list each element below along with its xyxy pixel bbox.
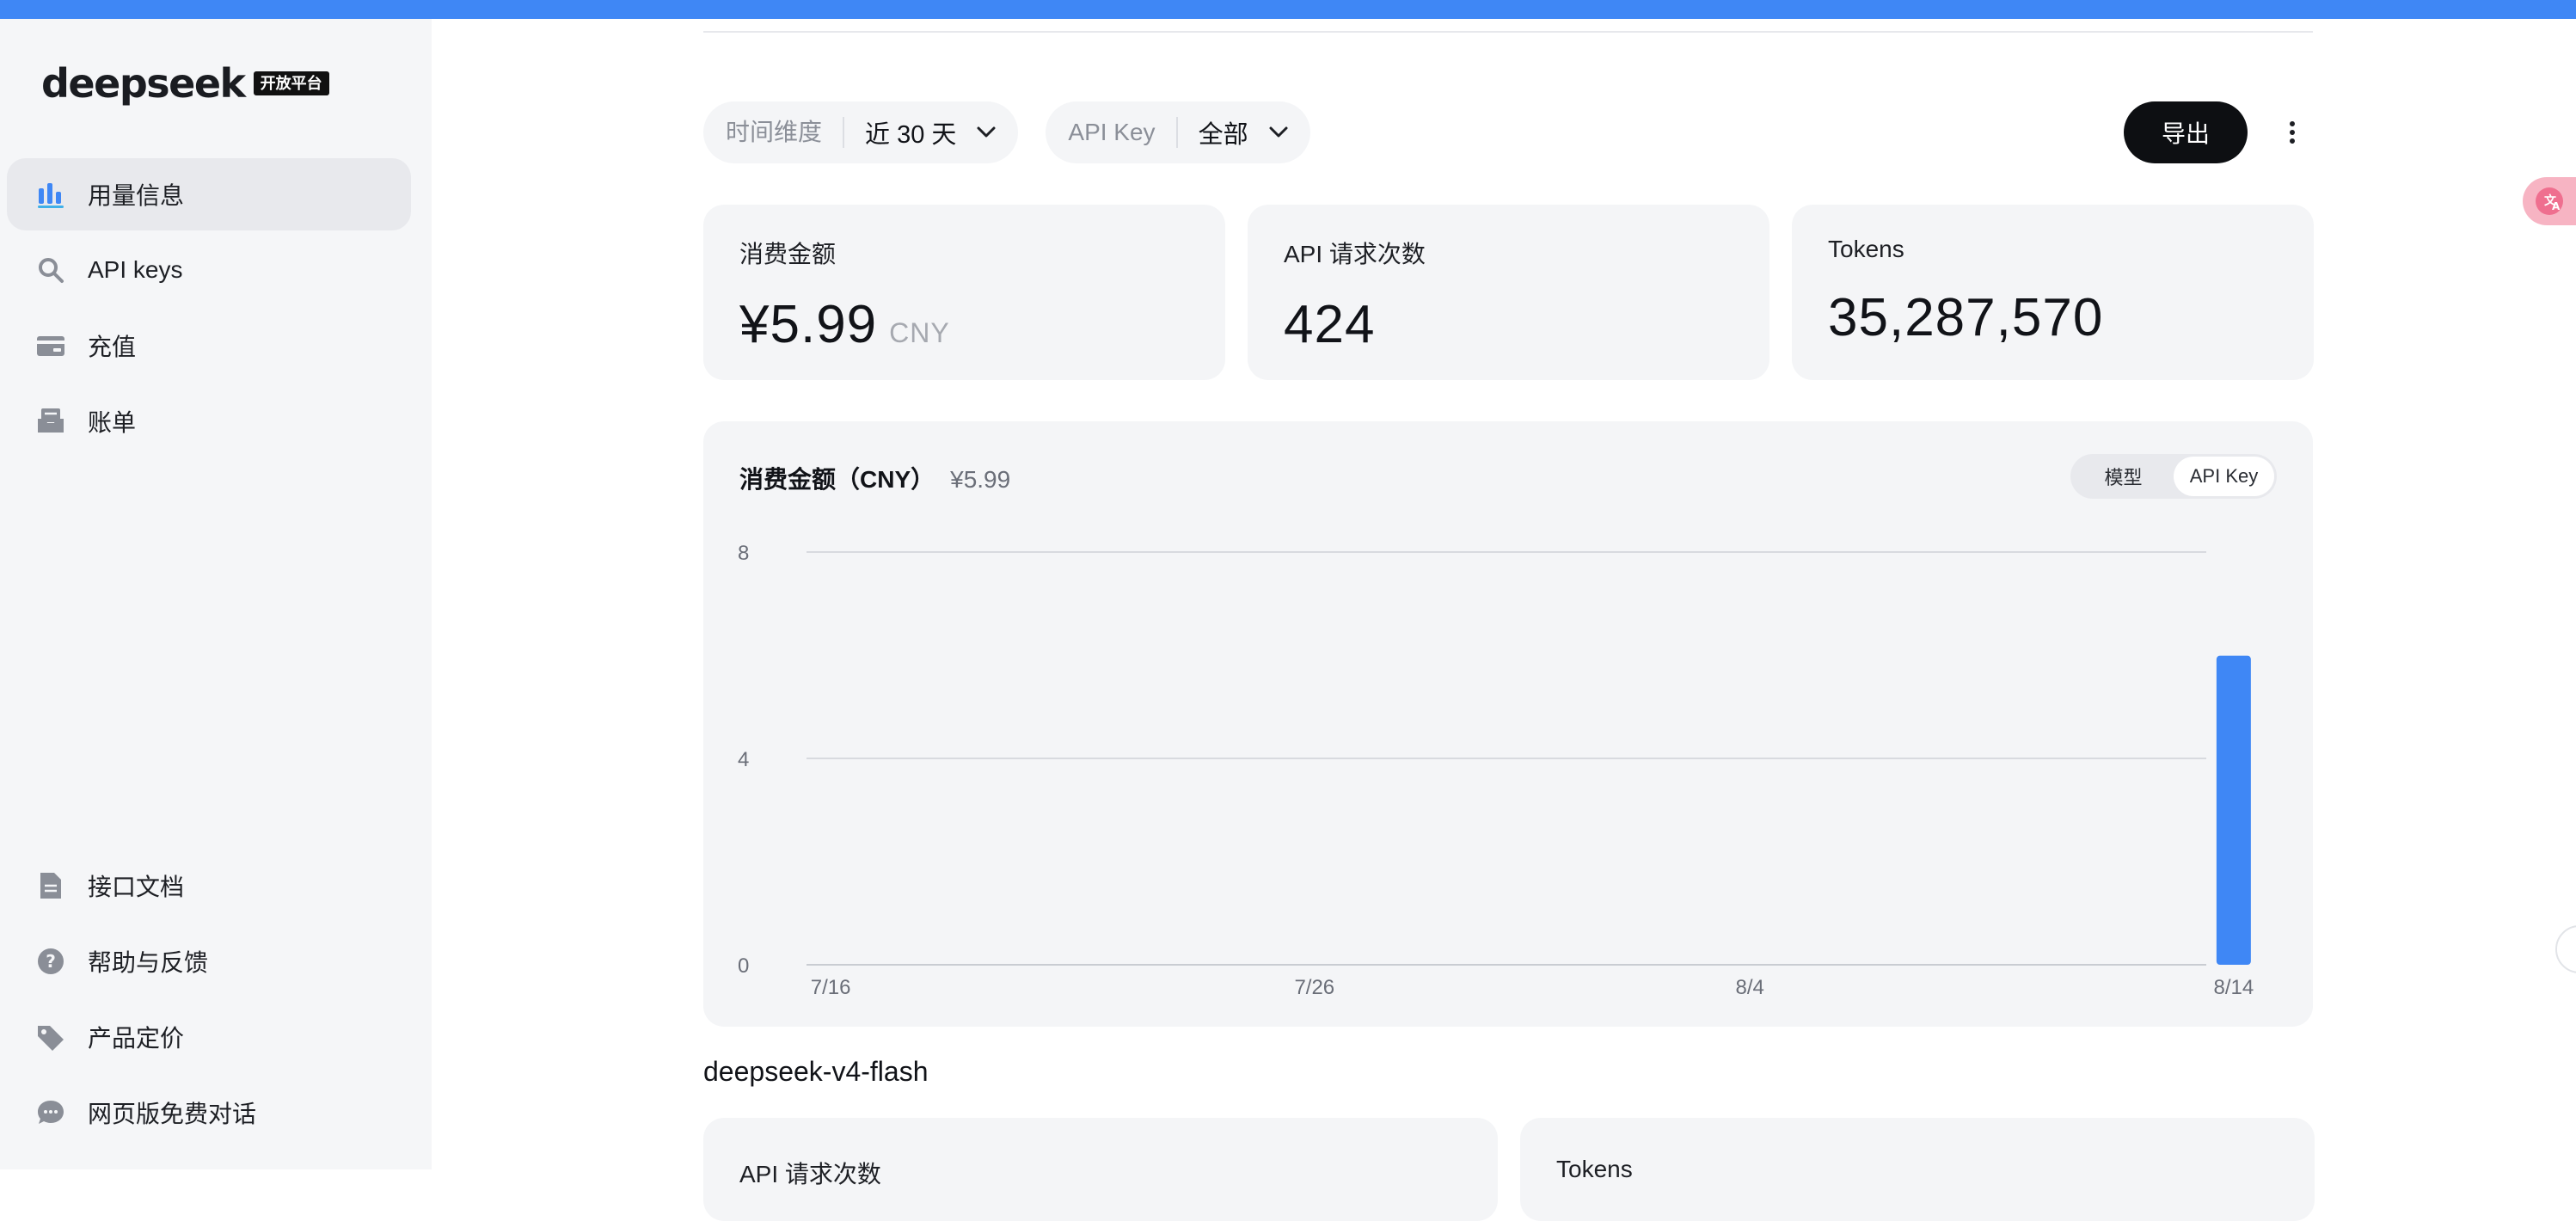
y-tick-label: 0 <box>738 954 749 978</box>
platform-badge: 开放平台 <box>253 71 329 95</box>
cost-chart-card: 消费金额（CNY） ¥5.99 模型 API Key 0 4 8 7/16 7/26 8/… <box>703 421 2313 1027</box>
inbox-icon <box>36 407 65 436</box>
sidebar-item-label: 帮助与反馈 <box>88 949 209 976</box>
svg-text:?: ? <box>46 951 56 972</box>
model-stat-card: Tokens <box>1520 1118 2315 1221</box>
filter-value: 全部 <box>1198 121 1248 149</box>
x-tick-label: 7/16 <box>811 976 851 999</box>
wallet-icon <box>36 331 65 360</box>
search-icon <box>36 255 65 285</box>
top-accent-bar <box>0 0 2576 19</box>
stat-cards: 消费金额 ¥5.99 CNY API 请求次数 424 Tokens 35,28… <box>703 205 2314 380</box>
sidebar-nav-bottom: 接口文档 ? 帮助与反馈 产品定价 网页版免费对话 <box>7 850 411 1152</box>
chat-icon <box>36 1098 65 1127</box>
sidebar-item-label: API keys <box>88 256 183 283</box>
tag-icon <box>36 1022 65 1052</box>
chevron-down-icon <box>1269 126 1288 138</box>
sidebar-item-web-chat[interactable]: 网页版免费对话 <box>7 1077 411 1149</box>
stat-number: ¥5.99 <box>739 295 878 354</box>
sidebar-item-usage[interactable]: 用量信息 <box>7 158 411 230</box>
stat-card-cost: 消费金额 ¥5.99 CNY <box>703 205 1225 380</box>
sidebar-item-label: 充值 <box>88 334 137 360</box>
divider <box>703 31 2313 33</box>
filter-label: 时间维度 <box>726 117 845 148</box>
sidebar-item-bills[interactable]: 账单 <box>7 385 411 457</box>
svg-text:A: A <box>2552 200 2561 212</box>
logo[interactable]: deepseek 开放平台 <box>41 60 329 107</box>
stat-label: API 请求次数 <box>739 1161 881 1187</box>
stat-label: 消费金额 <box>739 241 837 267</box>
more-options-icon[interactable] <box>2273 114 2311 151</box>
filter-bar: 时间维度 近 30 天 API Key 全部 <box>703 101 1310 163</box>
cost-bar-chart: 0 4 8 7/16 7/26 8/4 8/14 <box>738 542 2254 999</box>
sidebar-item-label: 接口文档 <box>88 874 185 900</box>
model-stat-cards: API 请求次数 Tokens <box>703 1118 2315 1221</box>
stat-value: ¥5.99 CNY <box>739 294 1189 355</box>
sidebar-item-api-keys[interactable]: API keys <box>7 234 411 306</box>
assistant-avatar-icon[interactable] <box>2555 925 2576 973</box>
stat-number: 35,287,570 <box>1828 288 2104 347</box>
stat-card-requests: API 请求次数 424 <box>1248 205 1769 380</box>
sidebar-item-label: 产品定价 <box>88 1025 185 1052</box>
x-tick-label: 7/26 <box>1294 976 1334 999</box>
chevron-down-icon <box>977 126 996 138</box>
y-tick-label: 8 <box>738 542 749 565</box>
model-section-title: deepseek-v4-flash <box>703 1056 929 1087</box>
stat-unit: CNY <box>889 317 950 348</box>
sidebar-item-label: 网页版免费对话 <box>88 1101 257 1127</box>
help-icon: ? <box>36 947 65 976</box>
model-stat-card: API 请求次数 <box>703 1118 1498 1221</box>
stat-number: 424 <box>1284 295 1376 354</box>
stat-value: 424 <box>1284 294 1733 355</box>
api-key-select[interactable]: API Key 全部 <box>1046 101 1310 163</box>
document-icon <box>36 871 65 900</box>
bar <box>2216 655 2251 965</box>
y-tick-label: 4 <box>738 748 749 771</box>
stat-label: Tokens <box>1828 236 1904 262</box>
time-range-select[interactable]: 时间维度 近 30 天 <box>703 101 1019 163</box>
sidebar-item-label: 用量信息 <box>88 182 185 209</box>
stat-card-tokens: Tokens 35,287,570 <box>1792 205 2314 380</box>
sidebar-item-pricing[interactable]: 产品定价 <box>7 1001 411 1073</box>
logo-text: deepseek <box>41 60 246 107</box>
sidebar: deepseek 开放平台 用量信息 API keys 充值 账单 接口文档 ?… <box>0 19 432 1169</box>
export-button[interactable]: 导出 <box>2124 101 2248 163</box>
stat-value: 35,287,570 <box>1828 287 2278 348</box>
filter-value: 近 30 天 <box>865 121 957 149</box>
sidebar-item-label: 账单 <box>88 409 137 436</box>
sidebar-item-recharge[interactable]: 充值 <box>7 310 411 382</box>
translate-icon[interactable]: 文 A <box>2523 177 2576 225</box>
sidebar-item-help[interactable]: ? 帮助与反馈 <box>7 925 411 997</box>
sidebar-item-api-docs[interactable]: 接口文档 <box>7 850 411 922</box>
x-tick-label: 8/14 <box>2214 976 2254 999</box>
filter-label: API Key <box>1068 117 1178 148</box>
x-tick-label: 8/4 <box>1736 976 1764 999</box>
bar-chart-icon <box>36 180 65 209</box>
sidebar-nav-top: 用量信息 API keys 充值 账单 <box>7 158 411 461</box>
stat-label: API 请求次数 <box>1284 241 1426 267</box>
